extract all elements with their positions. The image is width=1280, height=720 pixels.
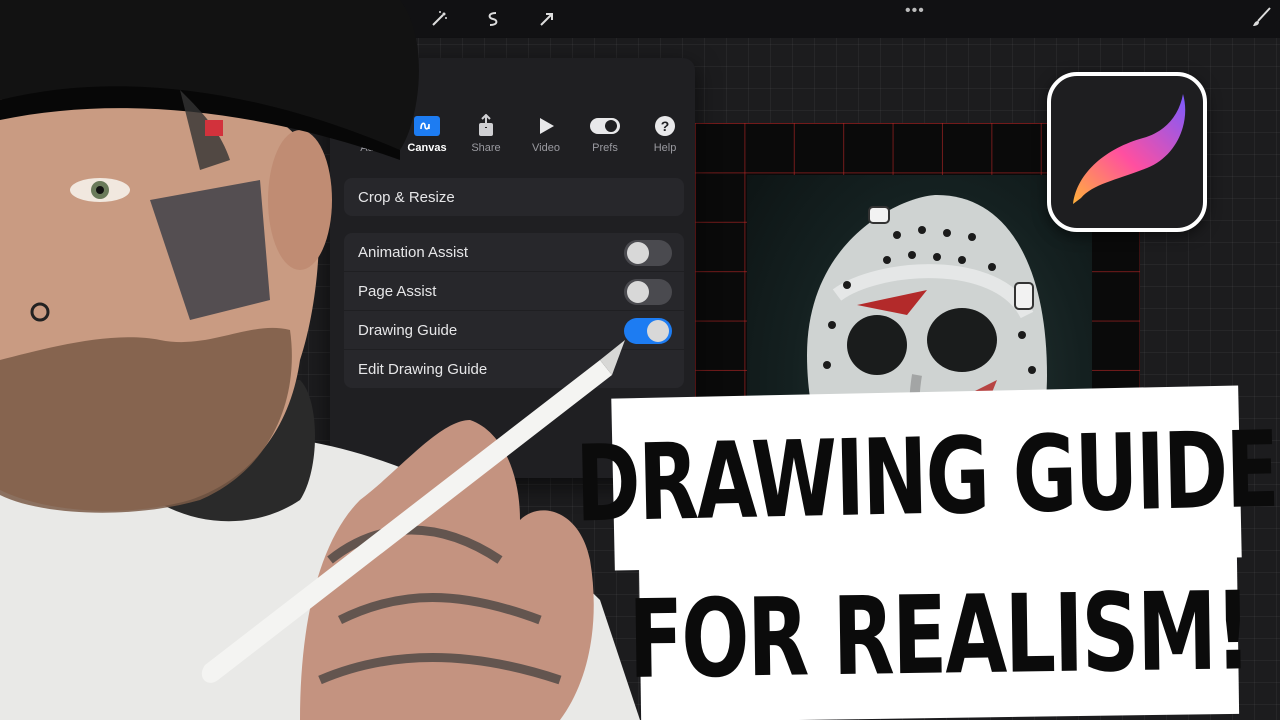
more-icon[interactable]: •••	[905, 2, 925, 20]
help-icon: ?	[635, 112, 695, 140]
title-banner-line-2: FOR REALISM!	[628, 548, 1250, 720]
title-line-1: DRAWING GUIDE	[574, 409, 1279, 547]
tab-label: Help	[653, 142, 677, 154]
title-banner-line-1: DRAWING GUIDE	[575, 385, 1278, 571]
tab-help[interactable]: ? Help	[635, 112, 695, 154]
presenter-photo	[0, 0, 640, 720]
procreate-logo	[1047, 72, 1207, 232]
svg-text:?: ?	[661, 118, 670, 134]
brush-icon[interactable]	[1252, 6, 1272, 33]
title-line-2: FOR REALISM!	[627, 568, 1251, 703]
